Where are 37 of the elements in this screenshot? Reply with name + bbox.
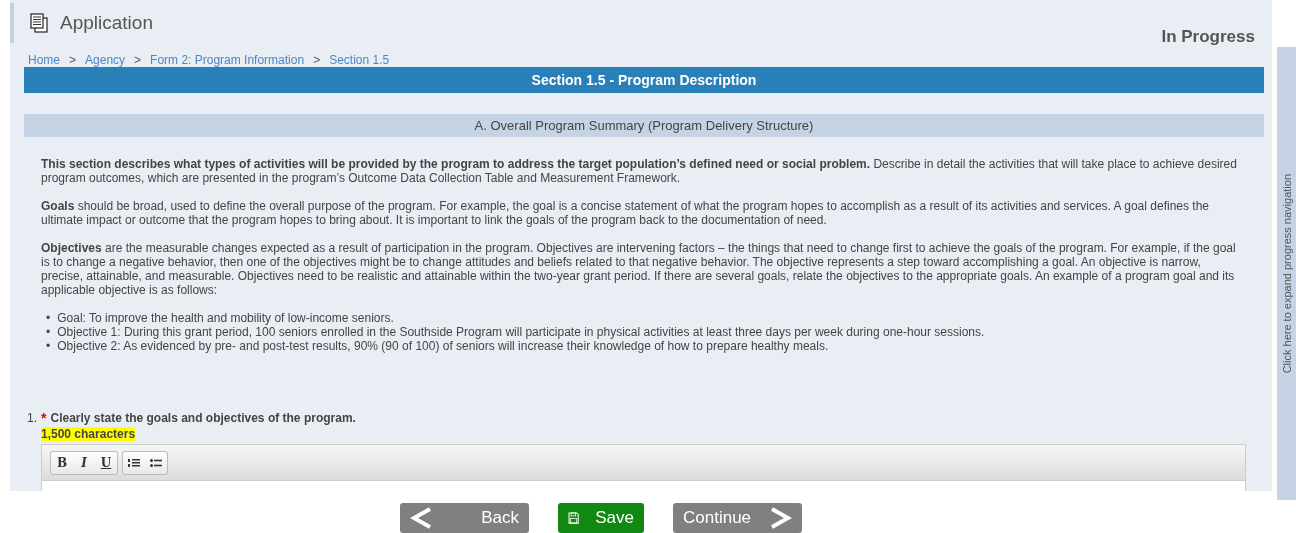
bold-button[interactable]: B	[51, 451, 73, 474]
breadcrumb-link[interactable]: Section 1.5	[329, 53, 390, 67]
example-bullet: Goal: To improve the health and mobility of low-income seniors.	[57, 311, 394, 325]
required-mark: *	[41, 411, 47, 425]
breadcrumb-separator: >	[134, 53, 142, 67]
breadcrumb-separator: >	[69, 53, 77, 67]
underline-button[interactable]: U	[95, 451, 117, 474]
back-button[interactable]: Back	[400, 503, 529, 533]
subsection-title-bar: A. Overall Program Summary (Program Delivery Structure)	[24, 114, 1264, 137]
rich-text-editor[interactable]: B I U	[41, 444, 1246, 491]
instruction-paragraph: Goals should be broad, used to define the overall purpose of the program. For example, the goal is a concise statement of what the program hopes to accomplish as a result of its activities and services. A goal defines the ultimate impact or outcome that the program hopes to bring about. It is important to link the goals of the program back to the documentation of need.	[41, 199, 1210, 227]
bullet-marker: •	[46, 325, 51, 339]
question-text: Clearly state the goals and objectives of the program.	[50, 411, 356, 425]
character-limit: 1,500 characters	[41, 427, 136, 441]
section-title-bar: Section 1.5 - Program Description	[24, 67, 1264, 93]
breadcrumb-separator: >	[313, 53, 321, 67]
example-bullet: Objective 2: As evidenced by pre- and post-test results, 90% (90 of 100) of seniors will increase their knowledge of how to prepare healthy meals.	[57, 339, 829, 353]
example-bullet: Objective 1: During this grant period, 100 seniors enrolled in the Southside Program will participate in physical activities at least three days per week during one-hour sessions.	[57, 325, 985, 339]
numbered-list-icon	[128, 457, 140, 468]
breadcrumb-link[interactable]: Home	[28, 53, 60, 67]
status-label: In Progress	[1161, 27, 1255, 47]
breadcrumb-link[interactable]: Form 2: Program Information	[150, 53, 305, 67]
instruction-paragraph: This section describes what types of activities will be provided by the program to address the target population’s defined need or social problem. Describe in detail the activities that will take place to achieve desired program outcomes, which are presented in the program’s Outcome Data Collection Table and Measurement Framework.	[41, 157, 1238, 185]
continue-button[interactable]: Continue	[673, 503, 802, 533]
bullet-marker: •	[46, 339, 51, 353]
save-button[interactable]: Save	[558, 503, 644, 533]
bulleted-list-icon	[150, 457, 162, 468]
instruction-paragraph: Objectives are the measurable changes expected as a result of participation in the program. Objectives are intervening factors – the things that need to change first to achieve the goals of the program. For example, if the goal is to change a negative behavior, then one of the objectives might be to change attitudes and beliefs related to that negative behavior. The objective represents a step toward accomplishing a goal. An objective is narrow, precise, attainable, and measurable. Objectives need to be realistic and attainable within the two-year grant period. If there are several goals, relate the objectives to the appropriate goals. An example of a program goal and its applicable objective is as follows:	[41, 241, 1237, 297]
question-number: 1.	[27, 411, 37, 425]
chevron-left-icon	[410, 506, 432, 530]
progress-navigation-toggle[interactable]: Click here to expand progress navigation	[1277, 47, 1296, 500]
italic-button[interactable]: I	[73, 451, 95, 474]
breadcrumb-link[interactable]: Agency	[85, 53, 126, 67]
page-title: Application	[60, 12, 153, 34]
bullet-marker: •	[46, 311, 51, 325]
documents-icon	[30, 13, 48, 33]
chevron-right-icon	[770, 506, 792, 530]
